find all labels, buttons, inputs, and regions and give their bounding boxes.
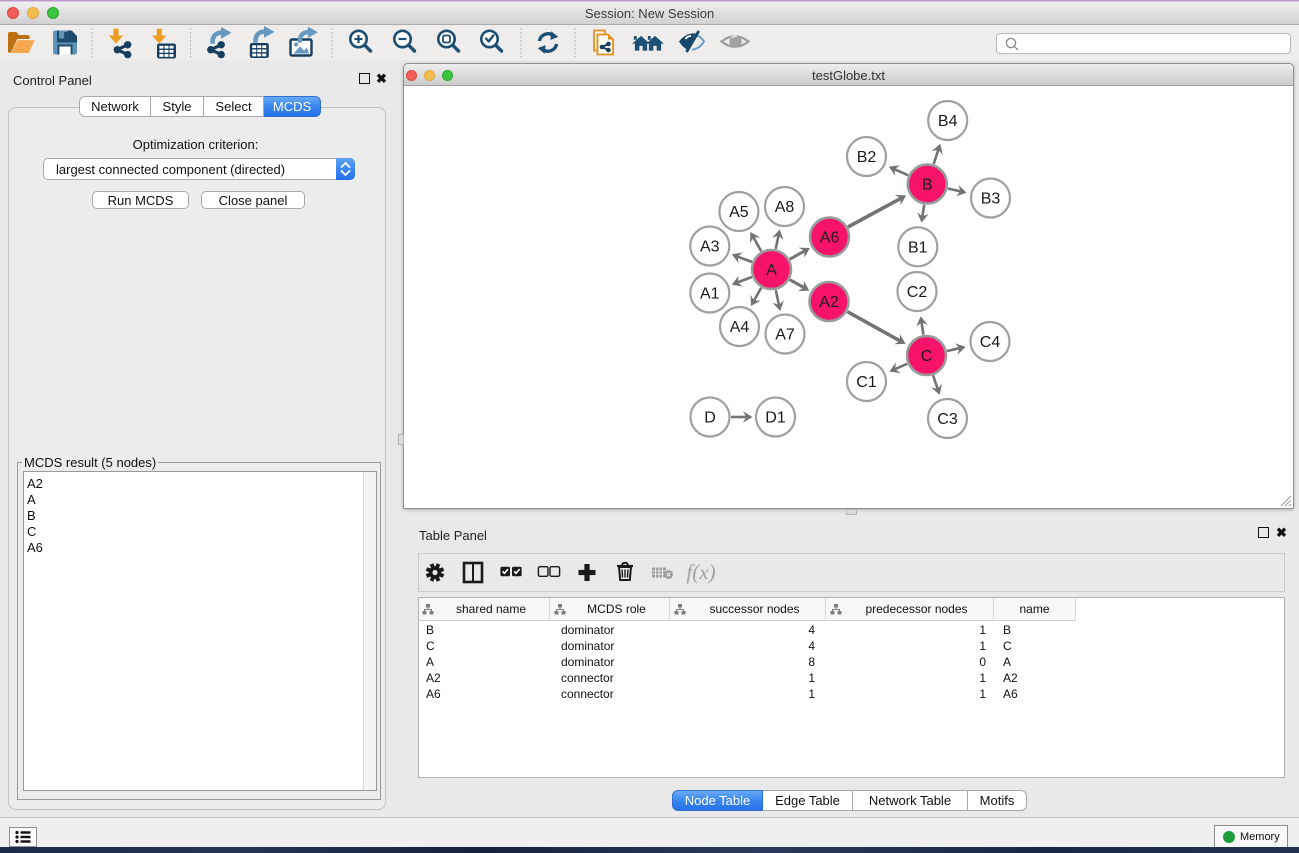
svg-text:C2: C2 [907,284,928,301]
svg-text:C4: C4 [980,334,1001,351]
svg-text:A4: A4 [730,319,750,336]
svg-text:A3: A3 [700,239,720,256]
svg-text:A6: A6 [820,230,840,247]
svg-text:f(x): f(x) [686,560,715,584]
svg-text:C: C [921,348,933,365]
svg-text:B: B [922,177,933,194]
svg-text:A2: A2 [819,294,839,311]
svg-text:B4: B4 [938,113,958,130]
svg-text:B3: B3 [981,191,1001,208]
svg-text:A7: A7 [775,327,795,344]
svg-text:A5: A5 [729,204,749,221]
svg-text:B2: B2 [857,149,877,166]
svg-text:A1: A1 [700,286,720,303]
svg-text:A8: A8 [775,199,795,216]
svg-text:C3: C3 [937,411,958,428]
svg-text:A: A [766,262,777,279]
svg-text:D1: D1 [765,410,786,427]
svg-text:D: D [704,410,716,427]
svg-text:C1: C1 [856,374,877,391]
svg-text:B1: B1 [908,239,928,256]
